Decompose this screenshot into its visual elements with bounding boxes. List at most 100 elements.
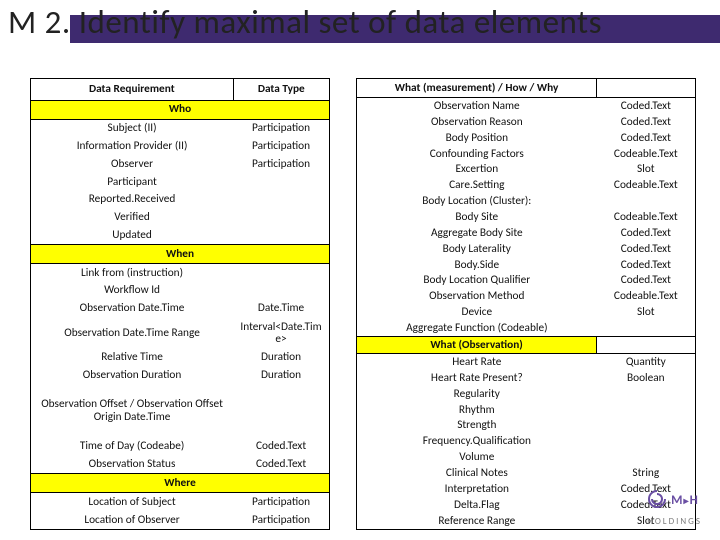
cell: String [597,465,696,481]
cell: Coded.Text [597,241,696,257]
cell: Boolean [597,370,696,386]
cell: Aggregate Function (Codeable) [357,320,597,336]
cell: Coded.Text [233,455,329,473]
cell: Excertion [357,162,597,178]
cell: Coded.Text [597,114,696,130]
brand-logo: M▸H HOLDINGS [647,489,702,528]
cell: Slot [597,304,696,320]
cell: Body Location Qualifier [357,273,597,289]
cell [233,384,329,437]
left-table: Data Requirement Data Type Who Subject (… [30,78,330,530]
cell [597,418,696,434]
cell: Slot [597,162,696,178]
cell: Observation Date.Time Range [31,317,234,348]
col-header [597,79,696,98]
cell [233,263,329,281]
cell: Care.Setting [357,178,597,194]
cell: Coded.Text [233,437,329,455]
content-area: Data Requirement Data Type Who Subject (… [30,78,710,530]
logo-subtext: HOLDINGS [647,516,702,527]
cell [597,337,696,354]
cell: Volume [357,449,597,465]
cell [233,208,329,226]
cell: Coded.Text [597,225,696,241]
cell: Codeable.Text [597,178,696,194]
cell: Participation [233,155,329,173]
cell: Participation [233,137,329,155]
section-when: When [31,244,330,263]
cell: Codeable.Text [597,209,696,225]
cell: Delta.Flag [357,497,597,513]
col-header: What (measurement) / How / Why [357,79,597,98]
cell: Aggregate Body Site [357,225,597,241]
cell: Updated [31,226,234,244]
cell: Codeable.Text [597,289,696,305]
cell: Time of Day (Codeabe) [31,437,234,455]
cell [597,402,696,418]
cell: Verified [31,208,234,226]
cell: Observation Method [357,289,597,305]
cell [597,449,696,465]
right-table: What (measurement) / How / Why Observati… [356,78,696,530]
col-header: Data Type [233,79,329,101]
cell: Body Laterality [357,241,597,257]
cell: Clinical Notes [357,465,597,481]
left-table-header-row: Data Requirement Data Type [31,79,330,101]
cell: Reference Range [357,513,597,530]
section-what-observation: What (Observation) [357,337,597,354]
cell: Information Provider (II) [31,137,234,155]
cell [233,173,329,191]
logo-letter-h: H [690,493,699,508]
cell [597,193,696,209]
cell: Observation Date.Time [31,300,234,318]
cell: Body Site [357,209,597,225]
cell: Heart Rate [357,354,597,370]
cell [597,320,696,336]
cell: Location of Subject [31,493,234,511]
cell: Location of Observer [31,511,234,530]
cell [233,282,329,300]
cell: Heart Rate Present? [357,370,597,386]
cell: Participation [233,119,329,137]
cell: Coded.Text [597,257,696,273]
cell: Device [357,304,597,320]
cell: Participant [31,173,234,191]
cell [597,434,696,450]
cell: Reported.Received [31,191,234,209]
cell: Body.Side [357,257,597,273]
cell: Coded.Text [597,98,696,114]
cell: Observer [31,155,234,173]
cell: Interval<Date.Tim e> [233,317,329,348]
cell: Observation Status [31,455,234,473]
cell: Link from (instruction) [31,263,234,281]
cell: Interpretation [357,481,597,497]
cell: Observation Duration [31,367,234,385]
cell: Observation Name [357,98,597,114]
cell [233,191,329,209]
cell: Codeable.Text [597,146,696,162]
cell: Duration [233,367,329,385]
cell: Body Position [357,130,597,146]
cell: Coded.Text [597,273,696,289]
col-header: Data Requirement [31,79,234,101]
cell: Strength [357,418,597,434]
cell: Relative Time [31,349,234,367]
cell: Date.Time [233,300,329,318]
cell: Confounding Factors [357,146,597,162]
cell: Observation Reason [357,114,597,130]
section-where: Where [31,474,330,493]
cell: Subject (II) [31,119,234,137]
cell: Coded.Text [597,130,696,146]
cell: Participation [233,511,329,530]
cell: Workflow Id [31,282,234,300]
cell: Observation Offset / Observation Offset … [31,384,234,437]
cell [597,386,696,402]
cell: Body Location (Cluster): [357,193,597,209]
section-who: Who [31,100,330,119]
cell: Rhythm [357,402,597,418]
cell: Participation [233,493,329,511]
logo-letter-m: M [671,493,683,508]
cell: Regularity [357,386,597,402]
slide-title: M 2. Identify maximal set of data elemen… [8,2,602,42]
cell: Frequency.Qualification [357,434,597,450]
